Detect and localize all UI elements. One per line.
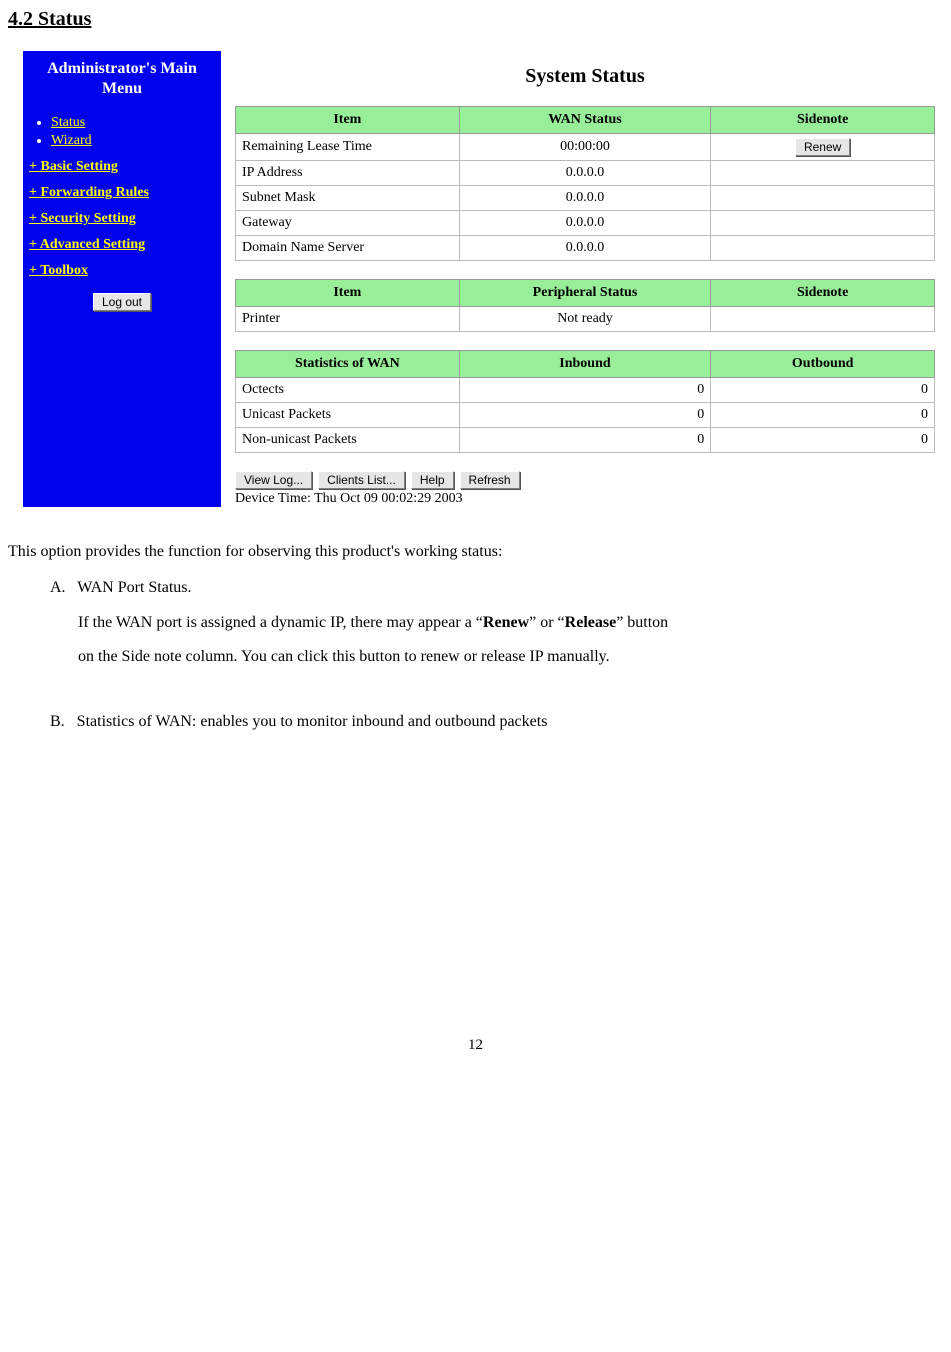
sidebar: Administrator's Main Menu Status Wizard … bbox=[23, 51, 221, 507]
cell-item: Subnet Mask bbox=[236, 186, 460, 211]
item-b: B. Statistics of WAN: enables you to mon… bbox=[8, 707, 943, 737]
logout-wrap: Log out bbox=[29, 293, 215, 311]
main-panel: System Status Item WAN Status Sidenote R… bbox=[221, 51, 935, 507]
table-row: Printer Not ready bbox=[236, 307, 935, 332]
cell-sidenote bbox=[711, 236, 935, 261]
cell-item: Octects bbox=[236, 378, 460, 403]
table-header-row: Statistics of WAN Inbound Outbound bbox=[236, 351, 935, 378]
item-a-label: A. bbox=[50, 579, 66, 596]
cell-item: Unicast Packets bbox=[236, 403, 460, 428]
action-button-row: View Log... Clients List... Help Refresh bbox=[235, 471, 935, 489]
table-row: Subnet Mask 0.0.0.0 bbox=[236, 186, 935, 211]
cell-value: Not ready bbox=[459, 307, 711, 332]
table-row: Domain Name Server 0.0.0.0 bbox=[236, 236, 935, 261]
device-time: Device Time: Thu Oct 09 00:02:29 2003 bbox=[235, 491, 935, 507]
cell-value: 0.0.0.0 bbox=[459, 236, 711, 261]
item-b-text: Statistics of WAN: enables you to monito… bbox=[77, 713, 548, 730]
sidebar-link-wizard[interactable]: Wizard bbox=[51, 133, 92, 148]
section-heading: 4.2 Status bbox=[8, 8, 943, 31]
view-log-button[interactable]: View Log... bbox=[235, 471, 312, 489]
cell-inbound: 0 bbox=[459, 428, 711, 453]
cell-value: 0.0.0.0 bbox=[459, 186, 711, 211]
cell-item: Remaining Lease Time bbox=[236, 134, 460, 161]
cell-item: Printer bbox=[236, 307, 460, 332]
cell-sidenote bbox=[711, 211, 935, 236]
page-number: 12 bbox=[8, 1037, 943, 1054]
wan-statistics-table: Statistics of WAN Inbound Outbound Octec… bbox=[235, 350, 935, 453]
clients-list-button[interactable]: Clients List... bbox=[318, 471, 405, 489]
cell-item: Gateway bbox=[236, 211, 460, 236]
peripheral-status-table: Item Peripheral Status Sidenote Printer … bbox=[235, 279, 935, 332]
cell-inbound: 0 bbox=[459, 378, 711, 403]
cell-value: 0.0.0.0 bbox=[459, 211, 711, 236]
item-a: A. WAN Port Status. bbox=[8, 573, 943, 603]
renew-button[interactable]: Renew bbox=[795, 138, 850, 156]
cell-outbound: 0 bbox=[711, 403, 935, 428]
table-row: IP Address 0.0.0.0 bbox=[236, 161, 935, 186]
page-title: System Status bbox=[235, 65, 935, 88]
wan-status-table: Item WAN Status Sidenote Remaining Lease… bbox=[235, 106, 935, 261]
item-a-title: WAN Port Status. bbox=[77, 579, 191, 596]
cell-value: 00:00:00 bbox=[459, 134, 711, 161]
help-button[interactable]: Help bbox=[411, 471, 454, 489]
table-row: Octects 0 0 bbox=[236, 378, 935, 403]
col-statistics: Statistics of WAN bbox=[236, 351, 460, 378]
col-sidenote: Sidenote bbox=[711, 107, 935, 134]
sidebar-item-wizard[interactable]: Wizard bbox=[51, 133, 215, 149]
logout-button[interactable]: Log out bbox=[93, 293, 151, 311]
sidebar-link-status[interactable]: Status bbox=[51, 115, 85, 130]
cell-item: IP Address bbox=[236, 161, 460, 186]
item-a-line1: If the WAN port is assigned a dynamic IP… bbox=[8, 608, 943, 638]
table-header-row: Item Peripheral Status Sidenote bbox=[236, 280, 935, 307]
col-sidenote: Sidenote bbox=[711, 280, 935, 307]
sidebar-section-security-setting[interactable]: + Security Setting bbox=[29, 211, 215, 227]
table-row: Gateway 0.0.0.0 bbox=[236, 211, 935, 236]
cell-item: Non-unicast Packets bbox=[236, 428, 460, 453]
col-item: Item bbox=[236, 107, 460, 134]
table-row: Non-unicast Packets 0 0 bbox=[236, 428, 935, 453]
sidebar-item-status[interactable]: Status bbox=[51, 115, 215, 131]
sidebar-top-list: Status Wizard bbox=[29, 115, 215, 149]
refresh-button[interactable]: Refresh bbox=[460, 471, 520, 489]
table-row: Unicast Packets 0 0 bbox=[236, 403, 935, 428]
col-peripheral-status: Peripheral Status bbox=[459, 280, 711, 307]
table-header-row: Item WAN Status Sidenote bbox=[236, 107, 935, 134]
cell-item: Domain Name Server bbox=[236, 236, 460, 261]
cell-sidenote bbox=[711, 307, 935, 332]
bold-renew: Renew bbox=[483, 614, 529, 631]
sidebar-section-toolbox[interactable]: + Toolbox bbox=[29, 263, 215, 279]
item-b-label: B. bbox=[50, 713, 65, 730]
sidebar-section-forwarding-rules[interactable]: + Forwarding Rules bbox=[29, 185, 215, 201]
intro-text: This option provides the function for ob… bbox=[8, 537, 943, 567]
col-inbound: Inbound bbox=[459, 351, 711, 378]
col-item: Item bbox=[236, 280, 460, 307]
description-text: This option provides the function for ob… bbox=[8, 537, 943, 737]
item-a-line2: on the Side note column. You can click t… bbox=[8, 642, 943, 672]
table-row: Remaining Lease Time 00:00:00 Renew bbox=[236, 134, 935, 161]
col-wan-status: WAN Status bbox=[459, 107, 711, 134]
cell-sidenote bbox=[711, 161, 935, 186]
sidebar-section-advanced-setting[interactable]: + Advanced Setting bbox=[29, 237, 215, 253]
cell-outbound: 0 bbox=[711, 378, 935, 403]
cell-sidenote bbox=[711, 186, 935, 211]
col-outbound: Outbound bbox=[711, 351, 935, 378]
cell-inbound: 0 bbox=[459, 403, 711, 428]
bold-release: Release bbox=[565, 614, 617, 631]
cell-outbound: 0 bbox=[711, 428, 935, 453]
cell-sidenote: Renew bbox=[711, 134, 935, 161]
sidebar-section-basic-setting[interactable]: + Basic Setting bbox=[29, 159, 215, 175]
app-screenshot: Administrator's Main Menu Status Wizard … bbox=[23, 51, 935, 507]
cell-value: 0.0.0.0 bbox=[459, 161, 711, 186]
sidebar-title: Administrator's Main Menu bbox=[29, 59, 215, 99]
